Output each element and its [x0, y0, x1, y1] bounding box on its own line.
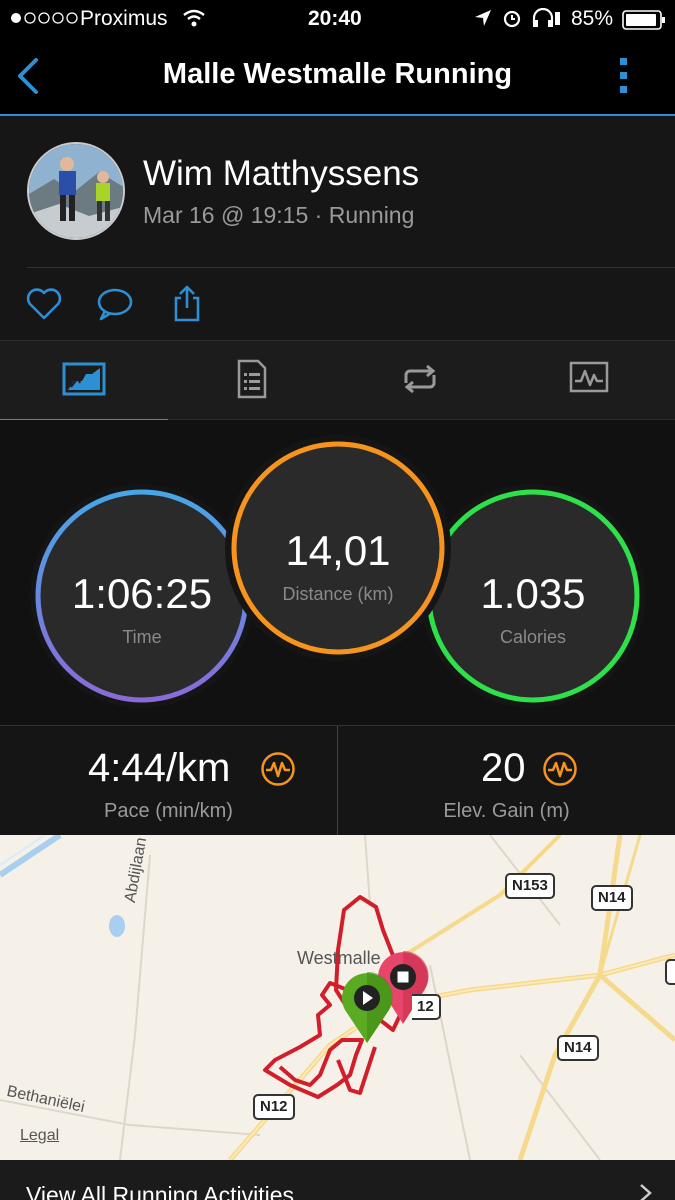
view-all-label: View All Running Activities — [26, 1182, 295, 1200]
comment-icon[interactable] — [95, 284, 135, 324]
tab-charts[interactable] — [505, 341, 673, 421]
distance-label: Distance (km) — [282, 584, 394, 604]
pace-value: 4:44/km — [88, 746, 231, 790]
tab-laps[interactable] — [336, 341, 504, 421]
distance-value: 14,01 — [285, 527, 391, 574]
alarm-icon — [502, 8, 522, 34]
pace-chart-icon[interactable] — [260, 751, 296, 792]
nav-bar: Malle Westmalle Running — [0, 38, 675, 116]
battery-icon — [622, 10, 666, 36]
elevation-chart-icon[interactable] — [542, 751, 578, 792]
activity-subtitle: Mar 16 @ 19:15 · Running — [143, 202, 415, 228]
time-ring: 1:06:25 Time — [28, 482, 256, 710]
vertical-dots-icon[interactable] — [617, 56, 631, 96]
page-title: Malle Westmalle Running — [162, 58, 513, 90]
activity-tabs — [0, 340, 675, 422]
elevation-value: 20 — [481, 746, 526, 790]
battery-percent: 85% — [571, 7, 614, 30]
athlete-name[interactable]: Wim Matthyssens — [143, 154, 419, 194]
map-legal-link[interactable]: Legal — [20, 1127, 59, 1145]
laps-icon — [404, 364, 436, 394]
chart-icon — [569, 361, 609, 393]
share-icon[interactable] — [167, 284, 207, 324]
route-map[interactable]: Westmalle Abdijlaan Bethaniëlei Legal N1… — [0, 835, 675, 1160]
clock: 20:40 — [308, 7, 362, 30]
headphones-icon — [531, 7, 561, 34]
road-badge: N12 — [253, 1094, 295, 1120]
document-icon — [237, 359, 267, 399]
road-badge: N153 — [505, 873, 555, 899]
calories-value: 1.035 — [480, 570, 586, 617]
metrics-row: 4:44/km Pace (min/km) 20 Elev. Gain (m) — [0, 725, 675, 836]
carrier-label: Proximus — [80, 7, 168, 30]
calories-ring: 1.035 Calories — [419, 482, 647, 710]
view-all-activities-row[interactable]: View All Running Activities — [0, 1160, 675, 1200]
heart-icon[interactable] — [24, 284, 64, 324]
calories-label: Calories — [499, 627, 567, 647]
start-pin-icon[interactable] — [340, 971, 394, 1044]
tab-details[interactable] — [168, 341, 336, 421]
status-bar: Proximus 20:40 85% — [0, 0, 675, 38]
map-town-label: Westmalle — [297, 948, 381, 968]
location-arrow-icon — [474, 9, 492, 33]
chevron-right-icon — [638, 1182, 654, 1200]
map-background — [0, 835, 675, 1160]
wifi-icon — [182, 9, 206, 33]
overview-icon — [62, 362, 106, 396]
road-badge: 12 — [412, 994, 441, 1020]
road-badge: N14 — [557, 1035, 599, 1061]
pace-metric[interactable]: 4:44/km Pace (min/km) — [0, 726, 337, 836]
pace-label: Pace (min/km) — [104, 800, 233, 822]
elevation-metric[interactable]: 20 Elev. Gain (m) — [338, 726, 675, 836]
time-label: Time — [122, 627, 162, 647]
stats-panel: 1:06:25 Time 1.035 Calories 14,01 Distan… — [0, 420, 675, 725]
road-badge-clipped — [665, 959, 675, 985]
time-value: 1:06:25 — [71, 570, 213, 617]
elevation-label: Elev. Gain (m) — [443, 800, 570, 822]
signal-dots-icon — [10, 7, 78, 31]
divider — [27, 267, 675, 268]
activity-header: Wim Matthyssens Mar 16 @ 19:15 · Running — [0, 116, 675, 340]
avatar[interactable] — [27, 142, 125, 240]
road-badge: N14 — [591, 885, 633, 911]
distance-ring: 14,01 Distance (km) — [224, 434, 452, 662]
tab-overview[interactable] — [0, 341, 168, 422]
